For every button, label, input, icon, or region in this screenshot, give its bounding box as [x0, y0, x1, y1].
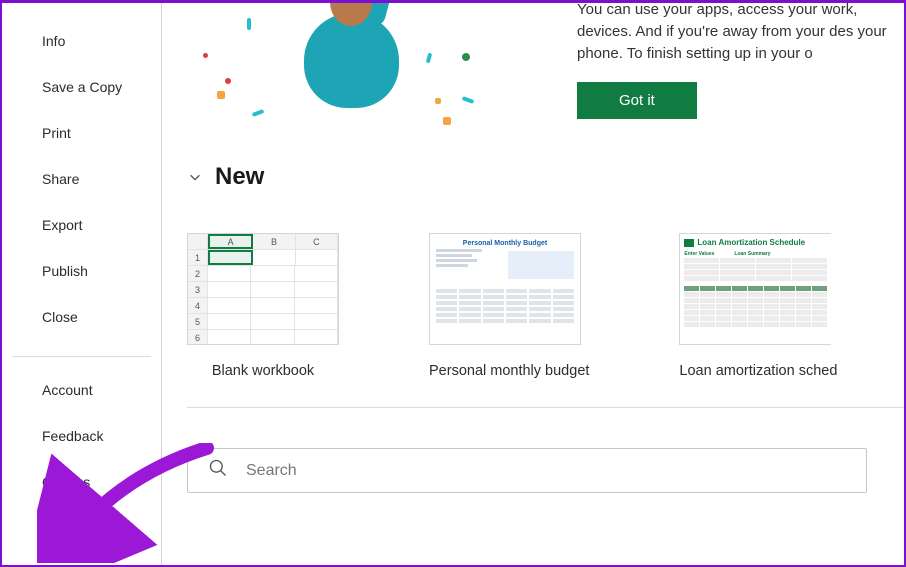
- template-label: Personal monthly budget: [429, 363, 589, 379]
- bank-icon: [684, 239, 694, 247]
- template-gallery: ABC 1 2 3 4 5 6 7 Blank workbook Persona…: [187, 233, 904, 379]
- promo-banner: You can use your apps, access your work,…: [187, 3, 904, 123]
- template-thumb: Loan Amortization Schedule Enter ValuesL…: [679, 233, 831, 345]
- search-icon: [208, 458, 228, 483]
- sidebar-item-options[interactable]: Options: [2, 459, 161, 505]
- search-input[interactable]: [246, 462, 854, 480]
- sidebar-divider: [12, 356, 151, 357]
- promo-text: You can use your apps, access your work,…: [577, 3, 904, 64]
- sidebar-item-print[interactable]: Print: [2, 110, 161, 156]
- sidebar-item-save-a-copy[interactable]: Save a Copy: [2, 64, 161, 110]
- template-label: Loan amortization sched: [679, 363, 837, 379]
- new-section-header[interactable]: New: [187, 163, 904, 191]
- sidebar-item-info[interactable]: Info: [2, 18, 161, 64]
- sidebar-item-close[interactable]: Close: [2, 294, 161, 340]
- sidebar-item-feedback[interactable]: Feedback: [2, 413, 161, 459]
- template-label: Blank workbook: [187, 363, 339, 379]
- chevron-down-icon: [187, 169, 203, 185]
- sidebar-item-publish[interactable]: Publish: [2, 248, 161, 294]
- backstage-sidebar: Info Save a Copy Print Share Export Publ…: [2, 3, 162, 565]
- template-loan-amortization[interactable]: Loan Amortization Schedule Enter ValuesL…: [679, 233, 837, 379]
- main-content: You can use your apps, access your work,…: [162, 3, 904, 565]
- promo-illustration: [187, 3, 537, 123]
- person-celebrating-icon: [292, 3, 422, 108]
- template-thumb: Personal Monthly Budget: [429, 233, 581, 345]
- sidebar-item-export[interactable]: Export: [2, 202, 161, 248]
- search-box[interactable]: [187, 448, 867, 493]
- sidebar-item-share[interactable]: Share: [2, 156, 161, 202]
- sidebar-item-account[interactable]: Account: [2, 367, 161, 413]
- template-thumb: ABC 1 2 3 4 5 6 7: [187, 233, 339, 345]
- section-divider: [187, 407, 904, 408]
- new-section-title: New: [215, 163, 264, 191]
- got-it-button[interactable]: Got it: [577, 82, 697, 119]
- template-personal-monthly-budget[interactable]: Personal Monthly Budget: [429, 233, 589, 379]
- template-blank-workbook[interactable]: ABC 1 2 3 4 5 6 7 Blank workbook: [187, 233, 339, 379]
